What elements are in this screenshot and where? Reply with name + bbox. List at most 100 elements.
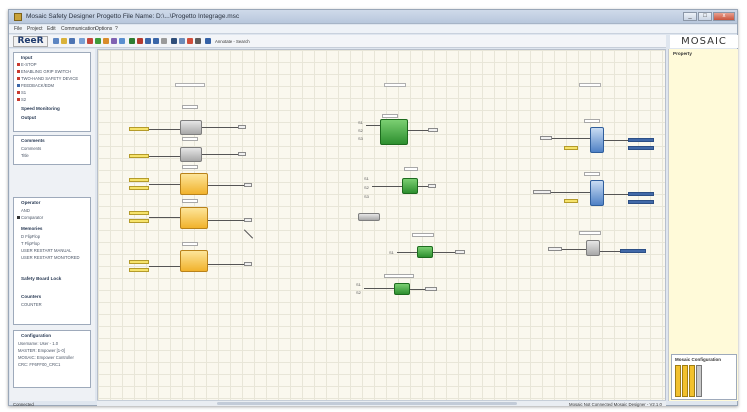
output-tag[interactable] bbox=[244, 262, 252, 266]
paste-icon[interactable] bbox=[103, 38, 109, 44]
function-block[interactable] bbox=[394, 283, 410, 295]
maximize-button[interactable]: □ bbox=[698, 12, 712, 21]
download-icon[interactable] bbox=[153, 38, 159, 44]
palette-item[interactable]: ENABLING GRIP SWITCH bbox=[21, 69, 71, 74]
speed-monitoring-title[interactable]: Speed Monitoring bbox=[21, 106, 60, 111]
memories-title: Memories bbox=[21, 226, 43, 231]
input-tag[interactable] bbox=[129, 211, 149, 215]
menu-help[interactable]: ? bbox=[115, 26, 118, 32]
module-icon[interactable] bbox=[696, 365, 702, 397]
menu-file[interactable]: File bbox=[14, 26, 22, 32]
output-tag[interactable] bbox=[628, 192, 654, 196]
palette-item[interactable]: USER RESTART MONITORED bbox=[21, 255, 80, 260]
function-block[interactable] bbox=[380, 119, 408, 145]
function-block[interactable] bbox=[180, 173, 208, 195]
validate-icon[interactable] bbox=[171, 38, 177, 44]
function-block[interactable] bbox=[590, 180, 604, 206]
scrollbar-thumb[interactable] bbox=[217, 402, 517, 405]
menu-edit[interactable]: Edit bbox=[47, 26, 56, 32]
group-label bbox=[175, 83, 205, 87]
upload-icon[interactable] bbox=[145, 38, 151, 44]
copy-icon[interactable] bbox=[95, 38, 101, 44]
wire bbox=[604, 194, 628, 195]
new-icon[interactable] bbox=[53, 38, 59, 44]
input-tag[interactable] bbox=[564, 146, 578, 150]
output-tag[interactable] bbox=[455, 250, 465, 254]
design-canvas[interactable]: S1 S2 S3 S1 S2 S3 S1 S1 S2 bbox=[97, 49, 666, 401]
function-block[interactable] bbox=[402, 178, 418, 194]
function-block[interactable] bbox=[180, 207, 208, 229]
output-tag[interactable] bbox=[425, 287, 437, 291]
menu-options[interactable]: Options bbox=[95, 26, 112, 32]
function-block[interactable] bbox=[417, 246, 433, 258]
output-tag[interactable] bbox=[628, 200, 654, 204]
save-icon[interactable] bbox=[69, 38, 75, 44]
module-icon[interactable] bbox=[675, 365, 681, 397]
function-block[interactable] bbox=[590, 127, 604, 153]
close-button[interactable]: x bbox=[713, 12, 735, 21]
cut-icon[interactable] bbox=[87, 38, 93, 44]
input-tag[interactable] bbox=[129, 268, 149, 272]
stop-icon[interactable] bbox=[187, 38, 193, 44]
palette-item[interactable]: TWO-HAND SAFETY DEVICE bbox=[21, 76, 78, 81]
output-tag[interactable] bbox=[238, 125, 246, 129]
input-tag[interactable] bbox=[548, 247, 562, 251]
input-tag[interactable] bbox=[540, 136, 552, 140]
palette-item[interactable]: S1 bbox=[21, 90, 26, 95]
safety-board-title[interactable]: Safety Board Lock bbox=[21, 276, 61, 281]
wire bbox=[208, 220, 244, 221]
input-tag[interactable] bbox=[129, 260, 149, 264]
output-tag[interactable] bbox=[620, 249, 646, 253]
redo-icon[interactable] bbox=[119, 38, 125, 44]
output-title[interactable]: Output bbox=[21, 115, 36, 120]
menu-communication[interactable]: Communication bbox=[61, 26, 96, 32]
wire bbox=[149, 266, 180, 267]
module-icon[interactable] bbox=[689, 365, 695, 397]
module-icon[interactable] bbox=[682, 365, 688, 397]
connect-icon[interactable] bbox=[129, 38, 135, 44]
annotate-search-label[interactable]: Annotate - Search bbox=[215, 39, 250, 44]
settings-icon[interactable] bbox=[161, 38, 167, 44]
menu-project[interactable]: Project bbox=[27, 26, 43, 32]
palette-item[interactable]: Comparator bbox=[21, 215, 43, 220]
output-tag[interactable] bbox=[428, 184, 436, 188]
palette-item[interactable]: E-STOP bbox=[21, 62, 37, 67]
input-tag[interactable] bbox=[564, 199, 578, 203]
minimize-button[interactable]: _ bbox=[683, 12, 697, 21]
print-icon[interactable] bbox=[79, 38, 85, 44]
monitor-icon[interactable] bbox=[179, 38, 185, 44]
input-tag[interactable] bbox=[129, 154, 149, 158]
palette-item[interactable]: COUNTER bbox=[21, 302, 42, 307]
palette-item[interactable]: USER RESTART MANUAL bbox=[21, 248, 72, 253]
function-block[interactable] bbox=[180, 147, 202, 162]
palette-item[interactable]: Title bbox=[21, 153, 29, 158]
output-tag[interactable] bbox=[244, 218, 252, 222]
window-title: Mosaic Safety Designer Progetto File Nam… bbox=[26, 13, 240, 20]
output-tag[interactable] bbox=[238, 152, 246, 156]
palette-item[interactable]: D FlipFlop bbox=[21, 234, 40, 239]
output-tag[interactable] bbox=[428, 128, 438, 132]
output-tag[interactable] bbox=[244, 183, 252, 187]
grid-icon[interactable] bbox=[195, 38, 201, 44]
output-tag[interactable] bbox=[628, 138, 654, 142]
help-icon[interactable] bbox=[205, 38, 211, 44]
palette-item[interactable]: AND bbox=[21, 208, 30, 213]
function-block[interactable] bbox=[358, 213, 380, 221]
output-tag[interactable] bbox=[628, 146, 654, 150]
palette-item[interactable]: Comments bbox=[21, 146, 41, 151]
palette-item[interactable]: T FlipFlop bbox=[21, 241, 40, 246]
palette-item[interactable]: FEEDBACK/EDM bbox=[21, 83, 54, 88]
properties-title: Property bbox=[673, 51, 692, 56]
input-tag[interactable] bbox=[129, 219, 149, 223]
undo-icon[interactable] bbox=[111, 38, 117, 44]
function-block[interactable] bbox=[180, 250, 208, 272]
function-block[interactable] bbox=[180, 120, 202, 135]
function-block[interactable] bbox=[586, 240, 600, 256]
open-icon[interactable] bbox=[61, 38, 67, 44]
input-tag[interactable] bbox=[129, 127, 149, 131]
input-tag[interactable] bbox=[533, 190, 551, 194]
input-tag[interactable] bbox=[129, 186, 149, 190]
input-tag[interactable] bbox=[129, 178, 149, 182]
disconnect-icon[interactable] bbox=[137, 38, 143, 44]
palette-item[interactable]: S2 bbox=[21, 97, 26, 102]
